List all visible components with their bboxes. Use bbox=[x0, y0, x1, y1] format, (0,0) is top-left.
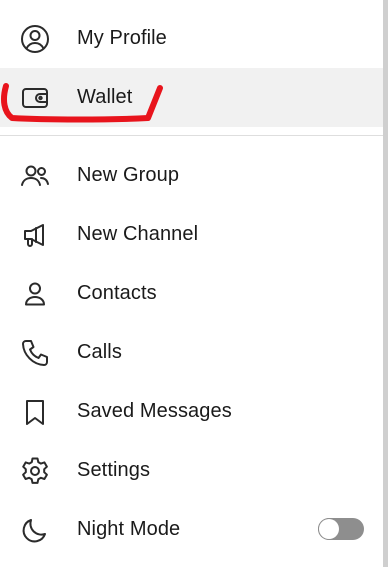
menu-item-label: Settings bbox=[77, 459, 151, 481]
menu-item-saved-messages[interactable]: Saved Messages bbox=[0, 382, 383, 441]
menu-item-label: Wallet bbox=[77, 86, 133, 108]
user-circle-icon bbox=[18, 22, 52, 56]
gear-icon bbox=[18, 454, 52, 488]
night-mode-toggle[interactable] bbox=[318, 518, 364, 540]
phone-icon bbox=[18, 336, 52, 370]
menu-item-contacts[interactable]: Contacts bbox=[0, 264, 383, 323]
menu-item-new-group[interactable]: New Group bbox=[0, 146, 383, 205]
menu-item-settings[interactable]: Settings bbox=[0, 441, 383, 500]
menu-item-calls[interactable]: Calls bbox=[0, 323, 383, 382]
menu-divider bbox=[0, 135, 383, 136]
user-icon bbox=[18, 277, 52, 311]
menu-item-label: New Channel bbox=[77, 223, 199, 245]
menu-item-label: Contacts bbox=[77, 282, 157, 304]
users-icon bbox=[18, 159, 52, 193]
menu-item-label: Calls bbox=[77, 341, 122, 363]
menu-item-label: New Group bbox=[77, 164, 180, 186]
megaphone-icon bbox=[18, 218, 52, 252]
side-menu: My Profile Wallet New Group New Channel … bbox=[0, 0, 383, 567]
menu-item-label: My Profile bbox=[77, 27, 167, 49]
menu-item-new-channel[interactable]: New Channel bbox=[0, 205, 383, 264]
moon-icon bbox=[18, 513, 52, 547]
menu-item-label: Night Mode bbox=[77, 518, 181, 540]
toggle-knob bbox=[319, 519, 339, 539]
menu-item-label: Saved Messages bbox=[77, 400, 232, 422]
menu-item-my-profile[interactable]: My Profile bbox=[0, 9, 383, 68]
wallet-icon bbox=[18, 81, 52, 115]
menu-item-wallet[interactable]: Wallet bbox=[0, 68, 383, 127]
scrollbar[interactable] bbox=[383, 0, 388, 567]
bookmark-icon bbox=[18, 395, 52, 429]
